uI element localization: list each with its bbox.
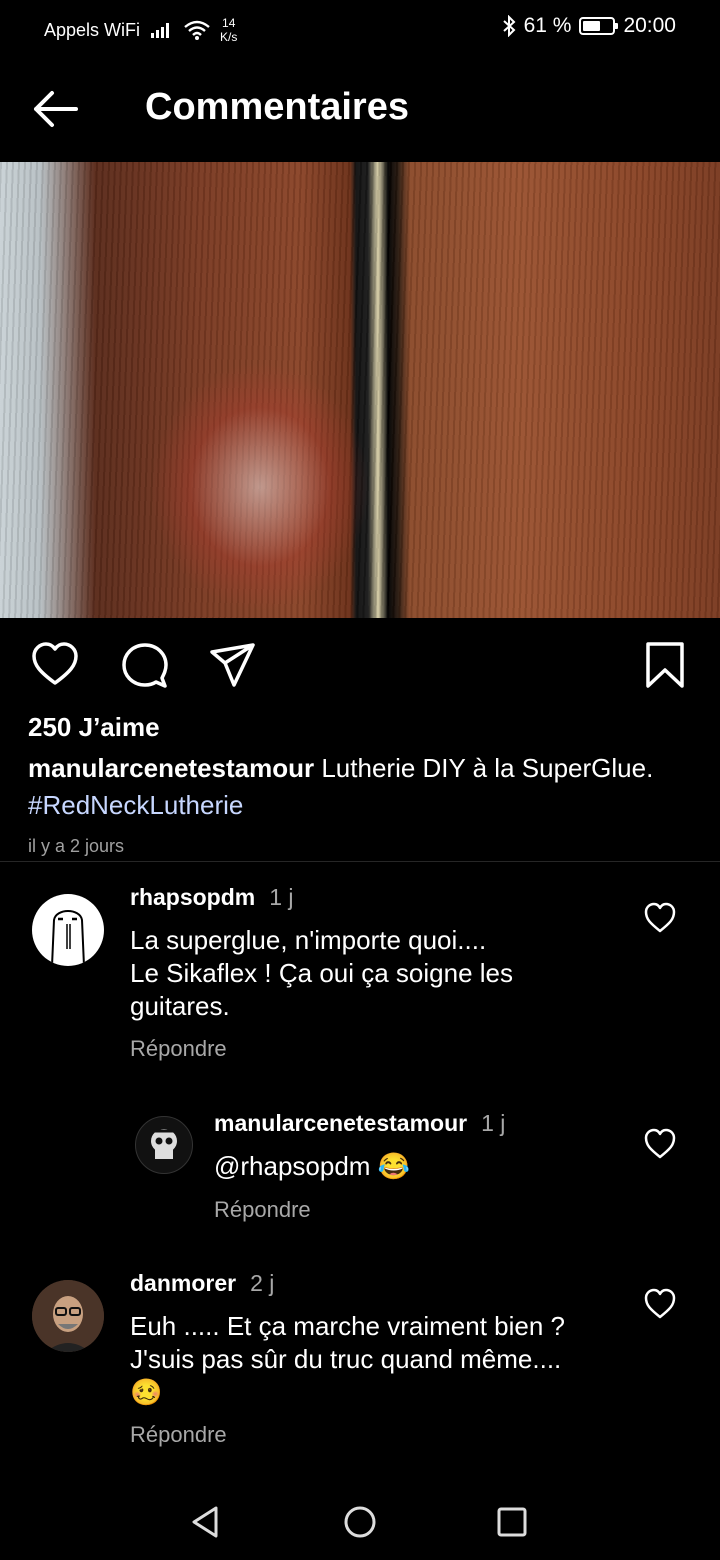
page-title: Commentaires bbox=[145, 86, 409, 128]
comment-line: J'suis pas sûr du truc quand même.... bbox=[130, 1344, 562, 1374]
avatar[interactable] bbox=[32, 1280, 104, 1352]
comment-line: Le Sikaflex ! Ça oui ça soigne les bbox=[130, 958, 513, 988]
top-app-bar: Commentaires bbox=[0, 54, 720, 162]
nav-home-circle-icon[interactable] bbox=[340, 1502, 380, 1542]
carrier-label: Appels WiFi bbox=[44, 19, 141, 40]
person-avatar-icon bbox=[32, 1280, 104, 1352]
skull-avatar-icon bbox=[150, 1129, 178, 1159]
comment-like-heart-icon[interactable] bbox=[643, 1127, 677, 1161]
post-image[interactable] bbox=[0, 162, 720, 618]
speed-value: 14 bbox=[222, 16, 236, 30]
battery-icon bbox=[579, 17, 619, 35]
comment-like-heart-icon[interactable] bbox=[643, 1287, 677, 1321]
nav-back-triangle-icon[interactable] bbox=[186, 1502, 226, 1542]
post-timestamp: il y a 2 jours bbox=[28, 836, 125, 856]
status-right: 61 % 20:00 bbox=[502, 14, 676, 38]
caption-username[interactable]: manularcenetestamour bbox=[28, 753, 314, 783]
reply-button[interactable]: Répondre bbox=[130, 1036, 227, 1062]
post-caption: manularcenetestamour Lutherie DIY à la S… bbox=[28, 750, 708, 824]
comment-username[interactable]: danmorer 2 j bbox=[130, 1270, 274, 1297]
post-actions bbox=[0, 618, 720, 708]
system-nav-bar bbox=[0, 1480, 720, 1560]
status-left: Appels WiFi 14 K/s bbox=[44, 16, 237, 44]
reply-button[interactable]: Répondre bbox=[130, 1422, 227, 1448]
comment-username-text[interactable]: danmorer bbox=[130, 1270, 236, 1296]
status-bar: Appels WiFi 14 K/s 61 % 20:00 bbox=[0, 0, 720, 54]
likes-count[interactable]: 250 J’aime bbox=[28, 710, 160, 744]
comment-bubble-icon[interactable] bbox=[120, 640, 170, 690]
network-speed: 14 K/s bbox=[220, 16, 237, 44]
back-arrow-icon[interactable] bbox=[30, 84, 80, 134]
signal-icon bbox=[151, 23, 170, 38]
comment-text: La superglue, n'importe quoi.... Le Sika… bbox=[130, 924, 650, 1023]
wifi-icon bbox=[184, 20, 210, 40]
divider bbox=[0, 861, 720, 862]
comment-time: 2 j bbox=[250, 1270, 275, 1296]
battery-fill bbox=[583, 21, 601, 31]
comment-time: 1 j bbox=[481, 1110, 506, 1136]
comment-text: Euh ..... Et ça marche vraiment bien ? J… bbox=[130, 1310, 650, 1409]
caption-hashtag[interactable]: #RedNeckLutherie bbox=[28, 790, 243, 820]
avatar[interactable] bbox=[32, 894, 104, 966]
share-send-icon[interactable] bbox=[208, 640, 258, 690]
comment-line: 🥴 bbox=[130, 1377, 163, 1407]
comment-username-text[interactable]: manularcenetestamour bbox=[214, 1110, 467, 1136]
comment-line: Euh ..... Et ça marche vraiment bien ? bbox=[130, 1311, 565, 1341]
avatar[interactable] bbox=[135, 1116, 193, 1174]
caption-text: Lutherie DIY à la SuperGlue. bbox=[321, 753, 654, 783]
nav-recents-square-icon[interactable] bbox=[492, 1502, 532, 1542]
comment-line: La superglue, n'importe quoi.... bbox=[130, 925, 487, 955]
bookmark-icon[interactable] bbox=[640, 640, 690, 690]
battery-percent: 61 % bbox=[523, 14, 572, 37]
inlay-decoration bbox=[150, 362, 370, 612]
comment-username[interactable]: rhapsopdm 1 j bbox=[130, 884, 294, 911]
clock: 20:00 bbox=[623, 14, 676, 37]
reply-button[interactable]: Répondre bbox=[214, 1197, 311, 1223]
comment-username[interactable]: manularcenetestamour 1 j bbox=[214, 1110, 505, 1137]
comment-time: 1 j bbox=[269, 884, 294, 910]
speed-unit: K/s bbox=[220, 30, 238, 44]
comment-like-heart-icon[interactable] bbox=[643, 901, 677, 935]
comment-line: guitares. bbox=[130, 991, 230, 1021]
like-heart-icon[interactable] bbox=[30, 640, 80, 690]
ghost-avatar-icon bbox=[51, 910, 85, 966]
comment-username-text[interactable]: rhapsopdm bbox=[130, 884, 255, 910]
bluetooth-icon bbox=[502, 15, 516, 37]
